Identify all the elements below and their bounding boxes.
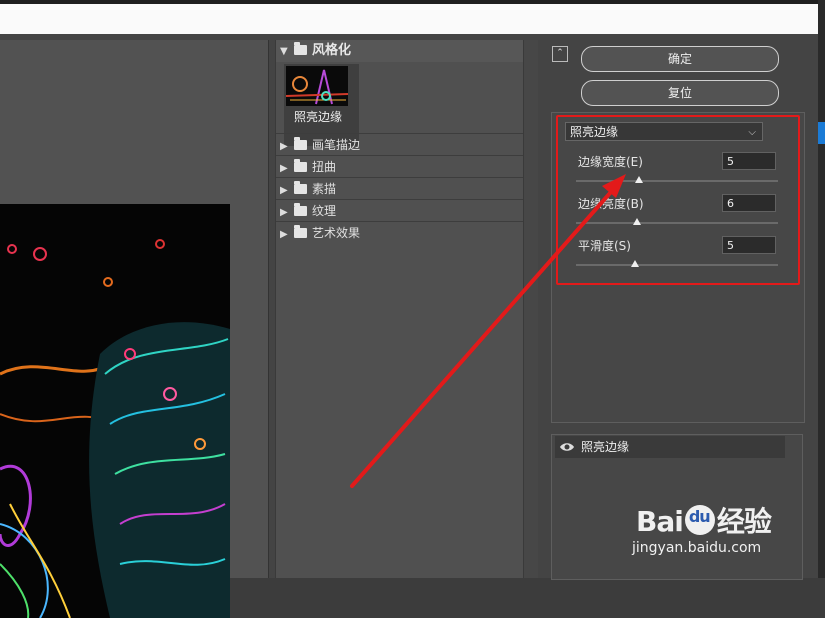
category-artistic[interactable]: ▶ 艺术效果 [276,221,524,244]
preview-panel[interactable] [0,40,269,618]
thumbnail-label: 照亮边缘 [293,110,342,124]
category-label: 扭曲 [312,160,337,174]
eye-visibility-icon[interactable] [559,439,575,455]
category-brush-strokes[interactable]: ▶ 画笔描边 [276,133,524,156]
preview-image[interactable] [0,204,230,618]
gallery-scrollbar[interactable] [523,40,538,578]
folder-icon [294,225,307,238]
category-label: 画笔描边 [312,138,361,152]
annotation-highlight-box [556,115,800,285]
folder-icon [294,203,307,216]
folder-icon [294,181,307,194]
ok-button[interactable]: 确定 [581,46,779,72]
paw-icon [684,505,715,535]
watermark-brand-right: 经验 [716,505,772,538]
group-stylize[interactable]: ▼ 风格化 [276,40,524,62]
collapse-gallery-icon[interactable]: ⌃ [552,46,568,62]
folder-icon [294,137,307,150]
category-label: 纹理 [312,204,337,218]
title-bar [0,4,818,34]
category-distort[interactable]: ▶ 扭曲 [276,155,524,178]
baidu-watermark-logo: Bai 经验 [636,500,772,540]
effect-layer-label: 照亮边缘 [581,440,630,454]
thumbnail-image [286,66,348,106]
right-edge-accent [818,122,825,144]
folder-icon [294,42,307,55]
glowing-edges-preview [0,204,230,618]
watermark-url: jingyan.baidu.com [632,540,762,556]
filter-gallery[interactable]: ▼ 风格化 照亮边缘 ▶ 画笔描边 ▶ 扭曲 ▶ 素描 ▶ 纹理 ▶ 艺术效果 [275,40,524,578]
expand-down-icon[interactable]: ▼ [280,41,294,63]
category-sketch[interactable]: ▶ 素描 [276,177,524,200]
reset-button[interactable]: 复位 [581,80,779,106]
folder-icon [294,159,307,172]
effect-layer-item[interactable]: 照亮边缘 [555,436,785,458]
group-title: 风格化 [312,43,352,58]
category-label: 艺术效果 [312,226,361,240]
watermark-brand-left: Bai [636,505,684,538]
right-edge-strip [818,0,825,578]
expand-right-icon: ▶ [280,229,288,240]
category-texture[interactable]: ▶ 纹理 [276,199,524,222]
category-label: 素描 [312,182,337,196]
